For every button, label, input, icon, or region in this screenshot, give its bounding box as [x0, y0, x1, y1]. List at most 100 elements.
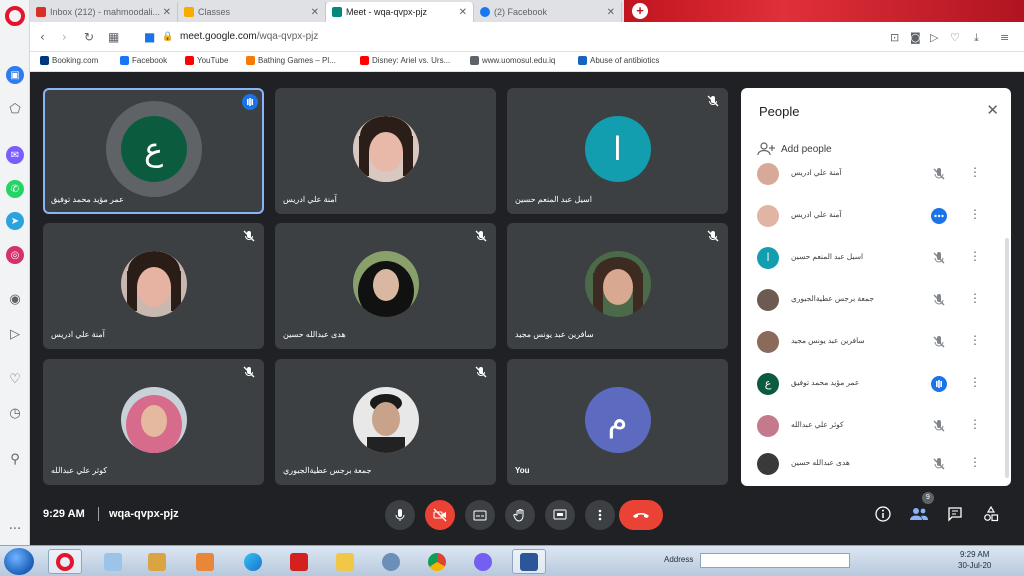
start-button[interactable] [4, 548, 34, 575]
more-options-icon[interactable]: ⋮ [969, 249, 981, 263]
more-icon[interactable]: ··· [6, 520, 24, 538]
more-options-icon[interactable]: ⋮ [969, 333, 981, 347]
camera-button[interactable] [425, 500, 455, 530]
close-tab-icon[interactable]: ✕ [607, 7, 615, 18]
more-options-icon[interactable]: ⋮ [969, 375, 981, 389]
send-icon[interactable]: ▷ [6, 325, 24, 343]
forward-icon[interactable]: › [62, 30, 67, 44]
screenshot-icon[interactable]: ◙ [910, 31, 921, 44]
bookmark-bathing-games[interactable]: Bathing Games – Pl... [246, 56, 336, 65]
participant-row[interactable]: سافرين عبد يونس مجيد ⋮ [741, 322, 1003, 364]
video-tile[interactable]: آمنة علي ادريس [275, 88, 496, 214]
tab-gmail[interactable]: Inbox (212) - mahmoodali... ✕ [30, 2, 178, 22]
video-tile[interactable]: هدى عبدالله حسين [275, 223, 496, 349]
video-tile-self[interactable]: م You [507, 359, 728, 485]
mic-off-icon [933, 420, 945, 432]
instagram-icon[interactable]: ◎ [6, 246, 24, 264]
reload-icon[interactable]: ↻ [84, 30, 94, 44]
taskbar-acrobat[interactable] [282, 549, 316, 574]
address-toolbar-input[interactable] [700, 553, 850, 568]
tabs-grid-icon[interactable]: ▦ [108, 30, 119, 44]
speed-dial-icon[interactable]: ▣ [6, 66, 24, 84]
taskbar-edge[interactable] [236, 549, 270, 574]
url-field[interactable]: meet.google.com/wqa-qvpx-pjz [180, 31, 318, 42]
more-options-icon[interactable]: ⋮ [969, 417, 981, 431]
chat-button[interactable] [945, 504, 965, 524]
location-icon[interactable]: ⚲ [6, 450, 24, 468]
microphone-button[interactable] [385, 500, 415, 530]
menu-icon[interactable]: ≡ [1000, 31, 1009, 44]
video-tile[interactable]: جمعة برجس عطيةالجبوري [275, 359, 496, 485]
tab-facebook[interactable]: (2) Facebook ✕ [474, 2, 622, 22]
telegram-icon[interactable]: ➤ [6, 212, 24, 230]
heart-icon[interactable]: ♡ [6, 370, 24, 388]
taskbar-app[interactable] [374, 549, 408, 574]
bookmark-heart-icon[interactable]: ♡ [950, 31, 960, 44]
present-button[interactable] [545, 500, 575, 530]
bookmark-youtube[interactable]: YouTube [185, 56, 228, 65]
participant-name: كوثر علي عبدالله [791, 420, 844, 429]
taskbar-paint[interactable] [188, 549, 222, 574]
leave-call-button[interactable] [619, 500, 663, 530]
people-button[interactable] [909, 504, 929, 524]
video-tile[interactable]: ع عمر مؤيد محمد توفيق [43, 88, 264, 214]
snapshot-icon[interactable]: ⊡ [890, 31, 899, 44]
participant-row[interactable]: هدى عبدالله حسين ⋮ [741, 444, 1003, 486]
participant-row[interactable]: آمنة علي ادريس ⋮ [741, 196, 1003, 238]
taskbar-opera[interactable] [48, 549, 82, 574]
pin-icon[interactable]: ⬠ [6, 100, 24, 118]
avatar [120, 387, 187, 453]
video-tile[interactable]: آمنة علي ادريس [43, 223, 264, 349]
meeting-details-button[interactable] [873, 504, 893, 524]
whatsapp-icon[interactable]: ✆ [6, 180, 24, 198]
taskbar-chrome[interactable] [420, 549, 454, 574]
bookmark-disney[interactable]: Disney: Ariel vs. Urs... [360, 56, 450, 65]
participant-row[interactable]: ا اسيل عبد المنعم حسين ⋮ [741, 238, 1003, 280]
mic-off-icon [243, 366, 255, 378]
participant-row[interactable]: جمعة برجس عطيةالجبوري ⋮ [741, 280, 1003, 322]
tab-classes[interactable]: Classes ✕ [178, 2, 326, 22]
bookmark-booking[interactable]: Booking.com [40, 56, 98, 65]
close-tab-icon[interactable]: ✕ [163, 7, 171, 18]
video-tile[interactable]: ا اسيل عبد المنعم حسين [507, 88, 728, 214]
participant-row[interactable]: آمنة علي ادريس ⋮ [741, 154, 1003, 196]
back-icon[interactable]: ‹ [40, 30, 45, 44]
more-options-icon[interactable]: ⋮ [969, 165, 981, 179]
panel-scrollbar[interactable] [1005, 238, 1009, 478]
close-icon[interactable]: ✕ [986, 101, 999, 119]
tab-meet[interactable]: Meet - wqa-qvpx-pjz ✕ [326, 2, 474, 22]
video-tile[interactable]: كوثر علي عبدالله [43, 359, 264, 485]
new-tab-button[interactable]: + [632, 3, 648, 19]
opera-logo[interactable] [5, 6, 25, 26]
taskbar-viber[interactable] [466, 549, 500, 574]
tile-name: جمعة برجس عطيةالجبوري [283, 466, 372, 475]
download-icon[interactable]: ⤓ [974, 31, 979, 45]
taskbar-word[interactable] [512, 549, 546, 574]
captions-button[interactable] [465, 500, 495, 530]
avatar [757, 453, 779, 475]
bookmark-antibiotics[interactable]: Abuse of antibiotics [578, 56, 659, 65]
close-tab-icon[interactable]: ✕ [459, 7, 467, 18]
activities-button[interactable] [981, 504, 1001, 524]
system-clock[interactable]: 9:29 AM 30-Jul-20 [958, 549, 991, 571]
address-bar: ‹ › ↻ ▦ ■ 🔒 meet.google.com/wqa-qvpx-pjz… [30, 22, 1024, 52]
raise-hand-button[interactable] [505, 500, 535, 530]
clock-icon[interactable]: ◷ [6, 404, 24, 422]
history-icon[interactable]: ◉ [6, 290, 24, 308]
taskbar-explorer[interactable] [328, 549, 362, 574]
bookmark-uomosul[interactable]: www.uomosul.edu.iq [470, 56, 555, 65]
taskbar-notepad[interactable] [96, 549, 130, 574]
taskbar-media[interactable] [140, 549, 174, 574]
participant-row[interactable]: ع عمر مؤيد محمد توفيق ⋮ [741, 364, 1003, 406]
divider [98, 507, 99, 521]
participant-row[interactable]: كوثر علي عبدالله ⋮ [741, 406, 1003, 448]
video-tile[interactable]: سافرين عبد يونس مجيد [507, 223, 728, 349]
send-page-icon[interactable]: ▷ [930, 31, 938, 44]
close-tab-icon[interactable]: ✕ [311, 7, 319, 18]
more-options-icon[interactable]: ⋮ [969, 455, 981, 469]
messenger-icon[interactable]: ✉ [6, 146, 24, 164]
more-options-icon[interactable]: ⋮ [969, 207, 981, 221]
more-options-icon[interactable]: ⋮ [969, 291, 981, 305]
bookmark-facebook[interactable]: Facebook [120, 56, 167, 65]
more-options-button[interactable] [585, 500, 615, 530]
